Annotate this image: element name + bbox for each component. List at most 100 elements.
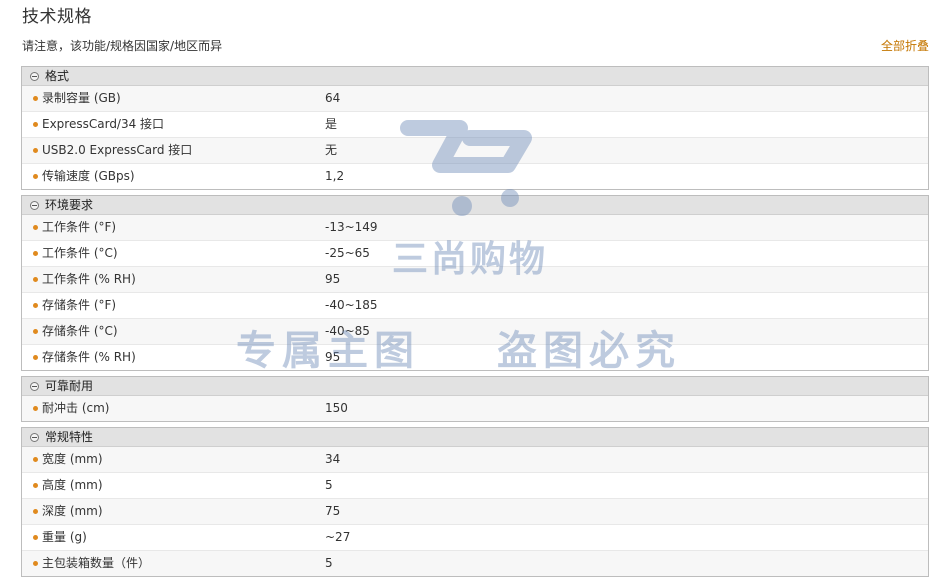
spec-value: 5 bbox=[325, 556, 333, 570]
spec-label-cell: 存储条件 (% RH) bbox=[22, 345, 325, 370]
spec-row: 深度 (mm) 75 bbox=[22, 498, 928, 524]
spec-row: 重量 (g) ~27 bbox=[22, 524, 928, 550]
bullet-icon bbox=[33, 535, 38, 540]
spec-row: 录制容量 (GB) 64 bbox=[22, 86, 928, 111]
spec-row: 工作条件 (°C) -25~65 bbox=[22, 240, 928, 266]
spec-label-cell: 高度 (mm) bbox=[22, 473, 325, 498]
spec-label-cell: 工作条件 (% RH) bbox=[22, 267, 325, 292]
collapse-icon[interactable] bbox=[30, 200, 39, 210]
spec-value: 34 bbox=[325, 452, 341, 466]
bullet-icon bbox=[33, 96, 38, 101]
spec-label-cell: 存储条件 (°F) bbox=[22, 293, 325, 318]
spec-label-cell: 深度 (mm) bbox=[22, 499, 325, 524]
bullet-icon bbox=[33, 355, 38, 360]
spec-value: 95 bbox=[325, 350, 341, 364]
bullet-icon bbox=[33, 483, 38, 488]
spec-label-cell: 传输速度 (GBps) bbox=[22, 164, 325, 189]
group-header[interactable]: 环境要求 bbox=[22, 196, 928, 215]
group-title: 常规特性 bbox=[45, 430, 94, 444]
group-title: 可靠耐用 bbox=[45, 379, 94, 393]
spec-value: 64 bbox=[325, 91, 341, 105]
group-header[interactable]: 常规特性 bbox=[22, 428, 928, 447]
spec-group: 格式录制容量 (GB) 64 ExpressCard/34 接口 是 USB2.0 Ex… bbox=[21, 66, 929, 190]
spec-label-cell: 主包装箱数量（件） bbox=[22, 551, 325, 576]
spec-label: 工作条件 (°F) bbox=[42, 220, 117, 234]
collapse-icon[interactable] bbox=[30, 71, 39, 81]
spec-label: USB2.0 ExpressCard 接口 bbox=[42, 143, 193, 157]
spec-label: 高度 (mm) bbox=[42, 478, 103, 492]
spec-row: 工作条件 (% RH) 95 bbox=[22, 266, 928, 292]
spec-row: 存储条件 (°C) -40~85 bbox=[22, 318, 928, 344]
spec-value: -13~149 bbox=[325, 220, 378, 234]
spec-label-cell: 录制容量 (GB) bbox=[22, 86, 325, 111]
bullet-icon bbox=[33, 251, 38, 256]
bullet-icon bbox=[33, 225, 38, 230]
spec-row: 存储条件 (°F) -40~185 bbox=[22, 292, 928, 318]
spec-label-cell: 存储条件 (°C) bbox=[22, 319, 325, 344]
spec-label-cell: 耐冲击 (cm) bbox=[22, 396, 325, 421]
bullet-icon bbox=[33, 122, 38, 127]
collapse-icon[interactable] bbox=[30, 381, 39, 391]
bullet-icon bbox=[33, 329, 38, 334]
spec-label-cell: 重量 (g) bbox=[22, 525, 325, 550]
spec-value: ~27 bbox=[325, 530, 351, 544]
spec-row: USB2.0 ExpressCard 接口 无 bbox=[22, 137, 928, 163]
spec-group: 环境要求 工作条件 (°F) -13~149 工作条件 (°C) -25~65 工作条件 … bbox=[21, 195, 929, 371]
spec-label: 存储条件 (°C) bbox=[42, 324, 118, 338]
spec-label-cell: 工作条件 (°F) bbox=[22, 215, 325, 240]
bullet-icon bbox=[33, 303, 38, 308]
spec-label-cell: 工作条件 (°C) bbox=[22, 241, 325, 266]
spec-label-cell: USB2.0 ExpressCard 接口 bbox=[22, 138, 325, 163]
group-title: 环境要求 bbox=[45, 198, 94, 212]
spec-label: 深度 (mm) bbox=[42, 504, 103, 518]
spec-label: 宽度 (mm) bbox=[42, 452, 103, 466]
spec-label: 录制容量 (GB) bbox=[42, 91, 121, 105]
spec-label-cell: ExpressCard/34 接口 bbox=[22, 112, 325, 137]
spec-value: 是 bbox=[325, 117, 338, 131]
spec-label: 主包装箱数量（件） bbox=[42, 556, 151, 570]
spec-label: 工作条件 (% RH) bbox=[42, 272, 136, 286]
region-notice: 请注意，该功能/规格因国家/地区而异 bbox=[22, 39, 223, 53]
spec-label: 传输速度 (GBps) bbox=[42, 169, 135, 183]
spec-row: 工作条件 (°F) -13~149 bbox=[22, 215, 928, 240]
spec-value: -25~65 bbox=[325, 246, 370, 260]
spec-row: 存储条件 (% RH) 95 bbox=[22, 344, 928, 370]
spec-row: 宽度 (mm) 34 bbox=[22, 447, 928, 472]
spec-value: 150 bbox=[325, 401, 348, 415]
spec-label: 存储条件 (% RH) bbox=[42, 350, 136, 364]
spec-groups: 格式录制容量 (GB) 64 ExpressCard/34 接口 是 USB2.0 Ex… bbox=[21, 66, 929, 582]
group-header[interactable]: 格式 bbox=[22, 67, 928, 86]
spec-value: 95 bbox=[325, 272, 341, 286]
bullet-icon bbox=[33, 148, 38, 153]
spec-row: 高度 (mm) 5 bbox=[22, 472, 928, 498]
spec-label-cell: 宽度 (mm) bbox=[22, 447, 325, 472]
spec-row: ExpressCard/34 接口 是 bbox=[22, 111, 928, 137]
spec-label: 存储条件 (°F) bbox=[42, 298, 117, 312]
spec-label: 工作条件 (°C) bbox=[42, 246, 118, 260]
bullet-icon bbox=[33, 406, 38, 411]
spec-value: -40~85 bbox=[325, 324, 370, 338]
group-title: 格式 bbox=[45, 69, 70, 83]
spec-row: 传输速度 (GBps) 1,2 bbox=[22, 163, 928, 189]
bullet-icon bbox=[33, 561, 38, 566]
spec-label: 重量 (g) bbox=[42, 530, 87, 544]
spec-row: 主包装箱数量（件） 5 bbox=[22, 550, 928, 576]
spec-label: 耐冲击 (cm) bbox=[42, 401, 110, 415]
spec-label: ExpressCard/34 接口 bbox=[42, 117, 165, 131]
bullet-icon bbox=[33, 457, 38, 462]
spec-group: 常规特性宽度 (mm) 34 高度 (mm) 5 深度 (mm) 75 重量 (g) ~27 主… bbox=[21, 427, 929, 577]
bullet-icon bbox=[33, 174, 38, 179]
spec-value: 5 bbox=[325, 478, 333, 492]
page-title: 技术规格 bbox=[22, 7, 92, 27]
spec-value: 1,2 bbox=[325, 169, 345, 183]
bullet-icon bbox=[33, 277, 38, 282]
group-header[interactable]: 可靠耐用 bbox=[22, 377, 928, 396]
collapse-all-link[interactable]: 全部折叠 bbox=[881, 37, 929, 54]
collapse-icon[interactable] bbox=[30, 432, 39, 442]
bullet-icon bbox=[33, 509, 38, 514]
spec-row: 耐冲击 (cm) 150 bbox=[22, 396, 928, 421]
spec-value: -40~185 bbox=[325, 298, 378, 312]
spec-value: 无 bbox=[325, 143, 338, 157]
spec-group: 可靠耐用耐冲击 (cm) 150 bbox=[21, 376, 929, 422]
spec-value: 75 bbox=[325, 504, 341, 518]
